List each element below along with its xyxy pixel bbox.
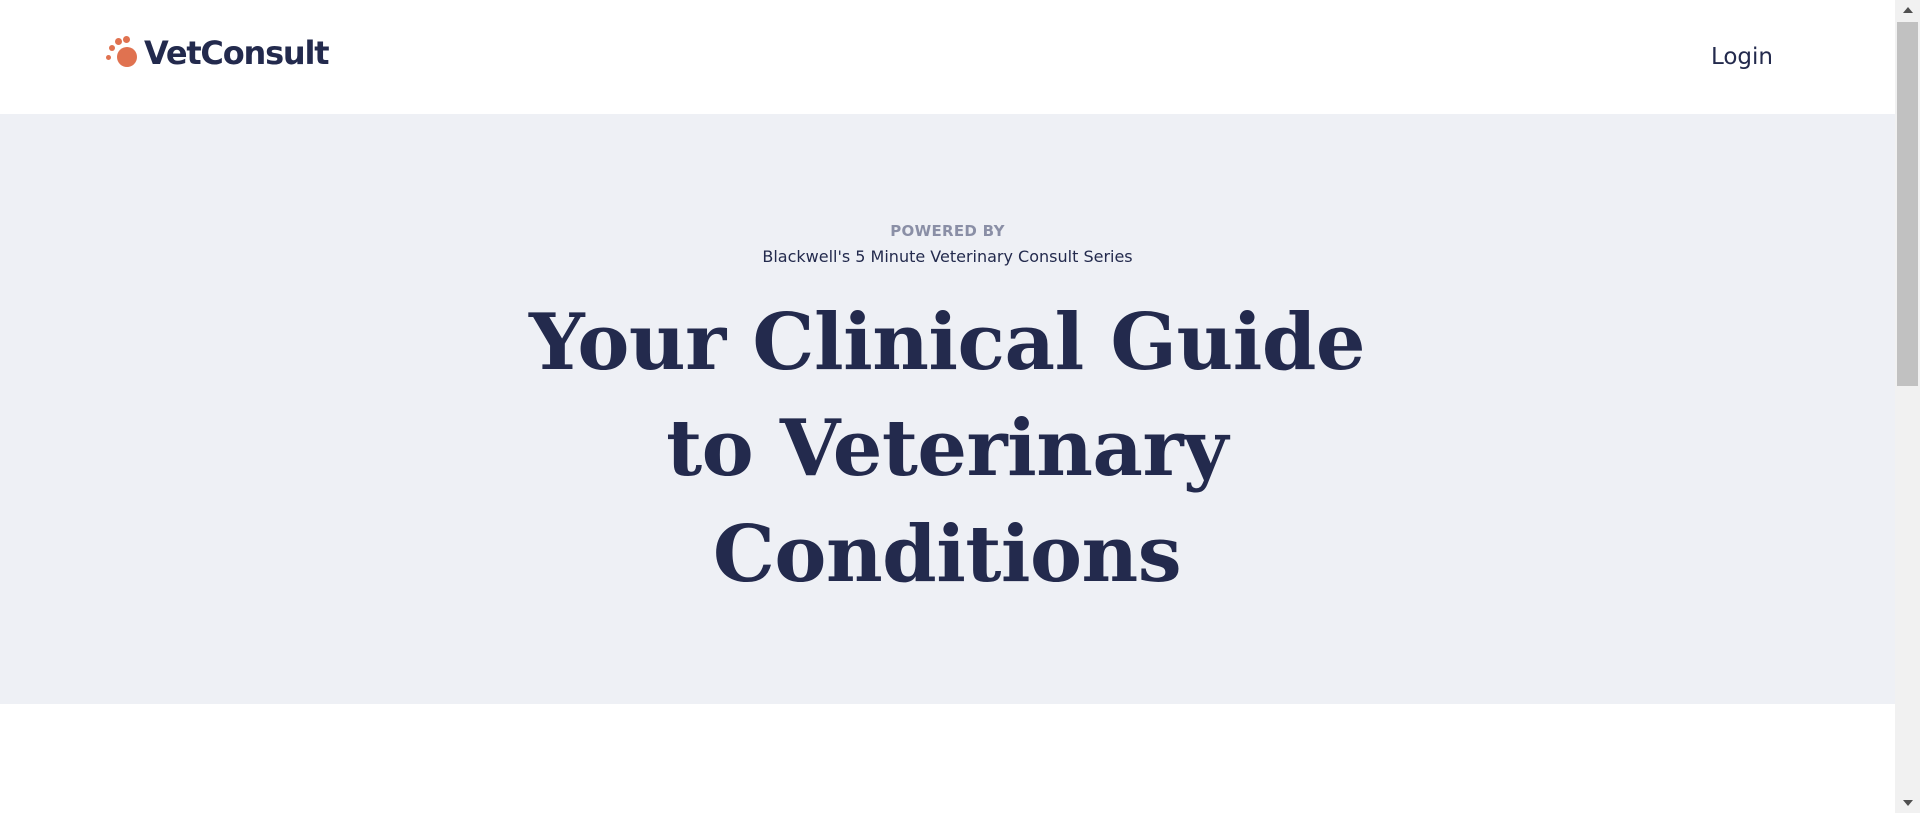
series-name: Blackwell's 5 Minute Veterinary Consult …	[762, 247, 1133, 266]
vertical-scrollbar[interactable]	[1895, 0, 1920, 813]
scroll-up-button[interactable]	[1895, 0, 1920, 20]
powered-by-label: POWERED BY	[890, 222, 1005, 240]
page-viewport: VetConsult Login POWERED BY Blackwell's …	[0, 0, 1895, 813]
login-link[interactable]: Login	[1711, 40, 1773, 74]
paw-print-icon	[106, 35, 140, 71]
brand-logo-link[interactable]: VetConsult	[106, 33, 330, 73]
hero-headline: Your Clinical Guide to Veterinary Condit…	[528, 297, 1366, 600]
brand-name: VetConsult	[144, 34, 330, 72]
triangle-up-icon	[1902, 7, 1913, 13]
triangle-down-icon	[1902, 800, 1913, 806]
scroll-down-button[interactable]	[1895, 793, 1920, 813]
site-header: VetConsult Login	[0, 0, 1895, 114]
scrollbar-thumb[interactable]	[1897, 22, 1918, 386]
hero-section: POWERED BY Blackwell's 5 Minute Veterina…	[0, 114, 1895, 704]
